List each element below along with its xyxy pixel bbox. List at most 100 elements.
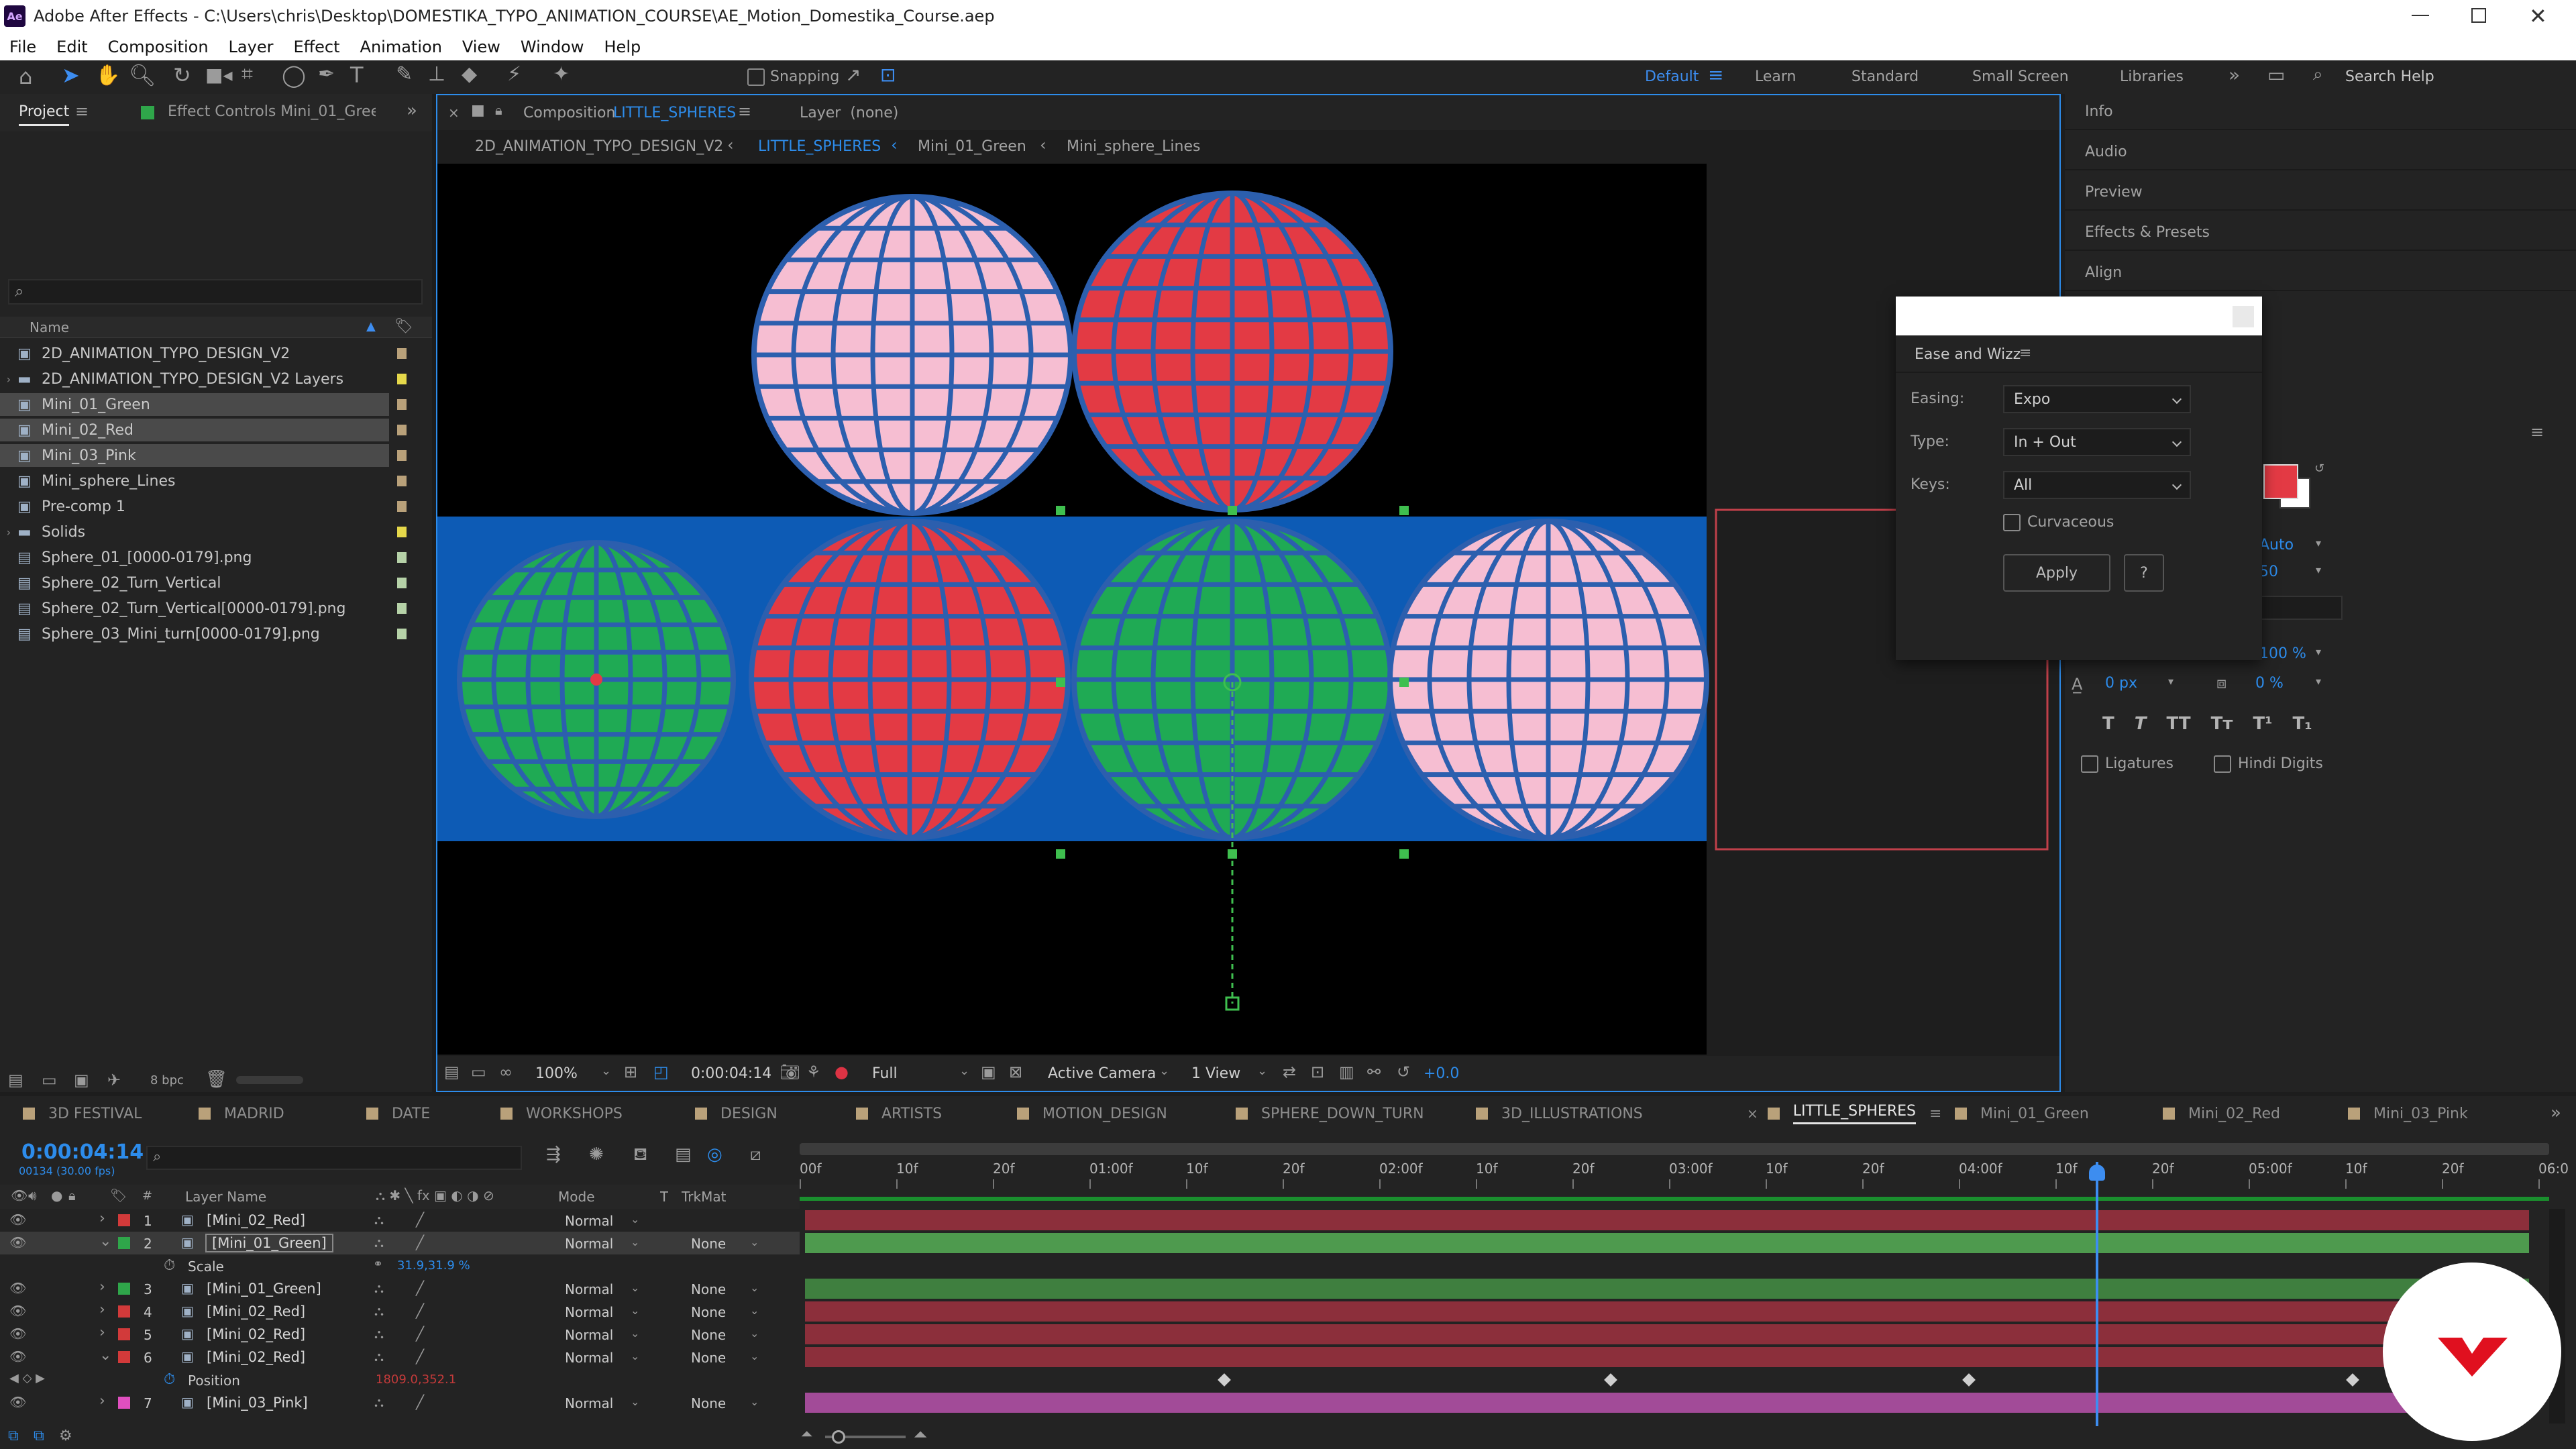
menu-animation[interactable]: Animation xyxy=(360,38,442,56)
exposure-value[interactable]: +0.0 xyxy=(1424,1065,1459,1082)
shy-switch-icon[interactable]: ⛬ xyxy=(374,1236,384,1249)
interpret-footage-icon[interactable]: ▤ xyxy=(8,1072,23,1088)
timeline-tab[interactable]: MADRID xyxy=(199,1096,284,1131)
column-layer-name[interactable]: Layer Name xyxy=(185,1189,266,1205)
zoom-dropdown[interactable]: 100% xyxy=(535,1065,578,1082)
chevron-down-icon[interactable]: ⌄ xyxy=(631,1237,639,1248)
visibility-eye-icon[interactable]: 👁︎ xyxy=(9,1350,26,1363)
superscript-button[interactable]: T¹ xyxy=(2253,714,2272,734)
project-menu-icon[interactable]: ≡ xyxy=(75,103,89,119)
column-mode[interactable]: Mode xyxy=(558,1189,595,1205)
quality-switch-icon[interactable]: ╱ xyxy=(416,1350,424,1363)
layer-label-swatch[interactable] xyxy=(118,1305,130,1318)
transfer-controls-toggle-icon[interactable]: ⧉ xyxy=(34,1429,44,1444)
mask-visibility-icon[interactable]: ⊠ xyxy=(1009,1064,1022,1080)
playhead[interactable] xyxy=(2096,1162,2098,1436)
timeline-current-time[interactable]: 0:00:04:14 xyxy=(21,1140,144,1164)
quality-switch-icon[interactable]: ╱ xyxy=(416,1327,424,1340)
project-item[interactable]: ▣ Mini_02_Red xyxy=(0,419,389,441)
project-search-input[interactable]: ⌕ xyxy=(8,279,423,305)
chevron-down-icon[interactable]: ⌄ xyxy=(631,1305,639,1316)
padlock-icon[interactable]: 🔒︎ xyxy=(495,103,502,117)
timeline-tab[interactable]: WORKSHOPS xyxy=(500,1096,623,1131)
character-panel-menu-icon[interactable]: ≡ xyxy=(2530,424,2544,440)
monitor-icon[interactable]: ▭ xyxy=(471,1064,486,1080)
expand-arrow-icon[interactable]: › xyxy=(99,1280,105,1295)
3d-glasses-icon[interactable]: ∞ xyxy=(499,1064,513,1080)
layer-name[interactable]: [Mini_01_Green] xyxy=(205,1234,333,1252)
render-queue-icon[interactable]: ✈ xyxy=(107,1072,121,1088)
snapshot-icon[interactable]: 📷︎ xyxy=(780,1064,800,1080)
timeline-tabs-overflow-icon[interactable]: » xyxy=(2551,1104,2561,1122)
brush-tool-icon[interactable]: ✎ xyxy=(396,64,413,85)
layer-label-swatch[interactable] xyxy=(118,1214,130,1226)
layer-duration-bar[interactable] xyxy=(805,1324,2529,1344)
chevron-down-icon[interactable]: ⌄ xyxy=(631,1328,639,1339)
keyframe[interactable] xyxy=(1218,1373,1231,1387)
timeline-tab[interactable]: Mini_01_Green xyxy=(1955,1096,2089,1131)
help-button[interactable]: ? xyxy=(2124,554,2164,592)
stopwatch-icon[interactable]: ⏱︎ xyxy=(164,1258,175,1273)
layer-label-swatch[interactable] xyxy=(118,1328,130,1340)
timeline-tab[interactable]: ARTISTS xyxy=(856,1096,942,1131)
layer-duration-bar[interactable] xyxy=(805,1301,2529,1322)
shy-switch-icon[interactable]: ⛬ xyxy=(374,1213,384,1226)
keyframe[interactable] xyxy=(2346,1373,2359,1387)
project-item[interactable]: ▤ Sphere_02_Turn_Vertical xyxy=(0,572,389,594)
new-composition-icon[interactable]: ▣ xyxy=(74,1072,89,1088)
chevron-down-icon[interactable]: ⌄ xyxy=(750,1305,759,1316)
fast-previews-icon[interactable]: ⊡ xyxy=(1311,1064,1324,1080)
roto-brush-tool-icon[interactable]: ⚡ xyxy=(507,64,521,85)
chevron-down-icon[interactable]: ⌄ xyxy=(750,1237,759,1248)
project-item[interactable]: › ▬ 2D_ANIMATION_TYPO_DESIGN_V2 Layers xyxy=(0,368,389,390)
workspace-standard[interactable]: Standard xyxy=(1851,68,1919,85)
layer-name[interactable]: [Mini_02_Red] xyxy=(207,1303,305,1320)
project-item[interactable]: › ▬ Solids xyxy=(0,521,389,543)
sort-ascending-icon[interactable]: ▲ xyxy=(366,321,376,333)
tab-effect-controls[interactable]: Effect Controls Mini_01_Green xyxy=(168,103,376,120)
timeline-tab[interactable]: Mini_02_Red xyxy=(2163,1096,2280,1131)
label-color-swatch[interactable] xyxy=(397,527,407,537)
apply-button[interactable]: Apply xyxy=(2003,554,2110,592)
tab-menu-icon[interactable]: ≡ xyxy=(1929,1106,1941,1122)
frame-blending-icon[interactable]: ▤ xyxy=(675,1146,692,1163)
project-item[interactable]: ▤ Sphere_03_Mini_turn[0000-0179].png xyxy=(0,623,389,645)
expand-arrow-icon[interactable]: › xyxy=(99,1303,105,1318)
table-row[interactable]: 👁︎ ⌄ 2 ▣ [Mini_01_Green] ⛬ ╱ Normal ⌄ No… xyxy=(0,1232,2549,1254)
ease-wizz-close-button[interactable] xyxy=(2233,306,2254,327)
chevron-down-icon[interactable]: ▾ xyxy=(2168,676,2174,687)
timeline-icon[interactable]: ▥ xyxy=(1339,1064,1354,1080)
close-window-button[interactable]: ✕ xyxy=(2529,5,2547,27)
visibility-eye-icon[interactable]: 👁︎ xyxy=(9,1213,26,1226)
quality-switch-icon[interactable]: ╱ xyxy=(416,1236,424,1249)
chevron-down-icon[interactable]: ▾ xyxy=(2316,538,2321,549)
panel-overflow-icon[interactable]: » xyxy=(407,102,417,119)
keys-dropdown[interactable]: All xyxy=(2003,471,2191,499)
transparency-grid-icon[interactable]: ▣ xyxy=(981,1064,996,1080)
search-help-input[interactable]: Search Help xyxy=(2345,68,2434,85)
shy-switch-icon[interactable]: ⛬ xyxy=(374,1350,384,1363)
chevron-down-icon[interactable]: ⌄ xyxy=(631,1397,639,1407)
leading-value[interactable]: 50 xyxy=(2259,564,2278,580)
blend-mode-dropdown[interactable]: Normal xyxy=(565,1281,613,1297)
hand-tool-icon[interactable]: ✋ xyxy=(95,66,120,86)
fill-color-swatch[interactable] xyxy=(2263,464,2298,499)
comp-mini-flowchart-icon[interactable]: ⇶ xyxy=(546,1146,561,1163)
snap-feather-icon[interactable]: ↗ xyxy=(845,66,861,85)
chevron-down-icon[interactable]: ⌄ xyxy=(750,1283,759,1293)
time-ruler[interactable]: 00f 10f 20f 01:00f 10f 20f 02:00f 10f 20f 03:00f 1… xyxy=(800,1138,2569,1209)
layer-label-swatch[interactable] xyxy=(118,1351,130,1363)
expand-arrow-icon[interactable]: › xyxy=(99,1326,105,1340)
delete-icon[interactable]: 🗑︎ xyxy=(205,1071,227,1088)
rotate-tool-icon[interactable]: ↻ xyxy=(173,64,191,86)
menu-help[interactable]: Help xyxy=(604,38,641,56)
timeline-tab[interactable]: 3D_ILLUSTRATIONS xyxy=(1476,1096,1643,1131)
menu-effect[interactable]: Effect xyxy=(293,38,339,56)
quality-switch-icon[interactable]: ╱ xyxy=(416,1395,424,1409)
menu-window[interactable]: Window xyxy=(521,38,584,56)
zoom-tool-icon[interactable]: 🔍︎ xyxy=(129,64,156,86)
composition-tab-name[interactable]: LITTLE_SPHERES xyxy=(613,105,736,121)
menu-composition[interactable]: Composition xyxy=(108,38,209,56)
ellipse-tool-icon[interactable]: ◯ xyxy=(282,64,306,86)
visibility-eye-icon[interactable]: 👁︎ xyxy=(9,1281,26,1295)
